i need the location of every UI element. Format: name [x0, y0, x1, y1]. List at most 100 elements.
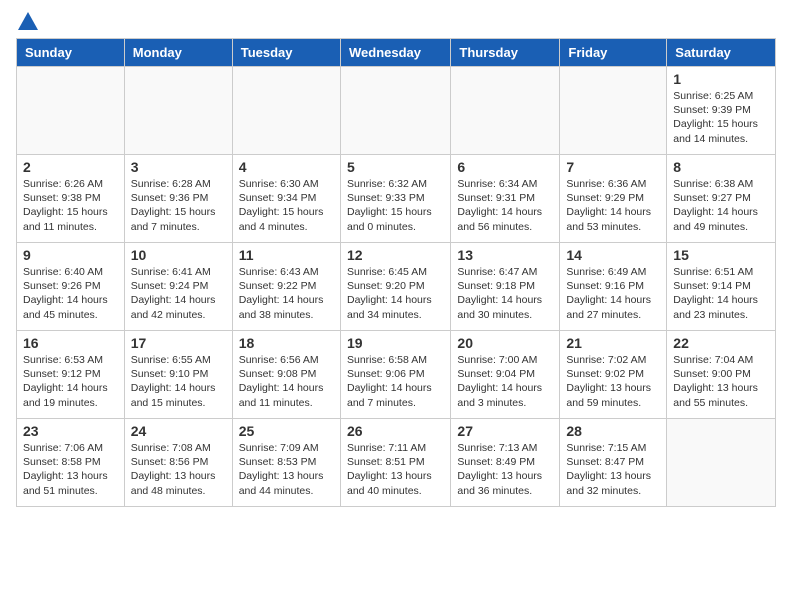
calendar-cell: 10 Sunrise: 6:41 AM Sunset: 9:24 PM Dayli…	[124, 243, 232, 331]
calendar-cell: 25 Sunrise: 7:09 AM Sunset: 8:53 PM Dayli…	[232, 419, 340, 507]
header	[16, 16, 776, 30]
day-number: 2	[23, 159, 118, 175]
weekday-header-sunday: Sunday	[17, 39, 125, 67]
day-number: 11	[239, 247, 334, 263]
day-number: 14	[566, 247, 660, 263]
calendar-week-row: 16Sunrise: 6:53 AM Sunset: 9:12 PM Dayli…	[17, 331, 776, 419]
day-info: Sunrise: 6:43 AM Sunset: 9:22 PM Dayligh…	[239, 265, 334, 322]
day-number: 27	[457, 423, 553, 439]
day-info: Sunrise: 6:53 AM Sunset: 9:12 PM Dayligh…	[23, 353, 118, 410]
calendar-cell: 17 Sunrise: 6:55 AM Sunset: 9:10 PM Dayli…	[124, 331, 232, 419]
day-number: 9	[23, 247, 118, 263]
calendar-cell: 23Sunrise: 7:06 AM Sunset: 8:58 PM Dayli…	[17, 419, 125, 507]
day-info: Sunrise: 6:56 AM Sunset: 9:08 PM Dayligh…	[239, 353, 334, 410]
day-info: Sunrise: 7:00 AM Sunset: 9:04 PM Dayligh…	[457, 353, 553, 410]
day-number: 4	[239, 159, 334, 175]
weekday-header-row: SundayMondayTuesdayWednesdayThursdayFrid…	[17, 39, 776, 67]
day-number: 6	[457, 159, 553, 175]
day-info: Sunrise: 6:47 AM Sunset: 9:18 PM Dayligh…	[457, 265, 553, 322]
day-number: 28	[566, 423, 660, 439]
day-number: 13	[457, 247, 553, 263]
calendar-cell: 12 Sunrise: 6:45 AM Sunset: 9:20 PM Dayli…	[340, 243, 450, 331]
calendar-cell: 20 Sunrise: 7:00 AM Sunset: 9:04 PM Dayli…	[451, 331, 560, 419]
day-info: Sunrise: 6:58 AM Sunset: 9:06 PM Dayligh…	[347, 353, 444, 410]
day-number: 8	[673, 159, 769, 175]
day-info: Sunrise: 7:04 AM Sunset: 9:00 PM Dayligh…	[673, 353, 769, 410]
calendar-table: SundayMondayTuesdayWednesdayThursdayFrid…	[16, 38, 776, 507]
day-number: 17	[131, 335, 226, 351]
calendar-cell	[340, 67, 450, 155]
calendar-cell: 3Sunrise: 6:28 AM Sunset: 9:36 PM Daylig…	[124, 155, 232, 243]
day-info: Sunrise: 6:41 AM Sunset: 9:24 PM Dayligh…	[131, 265, 226, 322]
day-number: 19	[347, 335, 444, 351]
calendar-cell: 16Sunrise: 6:53 AM Sunset: 9:12 PM Dayli…	[17, 331, 125, 419]
calendar-cell: 21 Sunrise: 7:02 AM Sunset: 9:02 PM Dayli…	[560, 331, 667, 419]
day-info: Sunrise: 6:55 AM Sunset: 9:10 PM Dayligh…	[131, 353, 226, 410]
calendar-cell: 9 Sunrise: 6:40 AM Sunset: 9:26 PM Daylig…	[17, 243, 125, 331]
day-info: Sunrise: 6:32 AM Sunset: 9:33 PM Dayligh…	[347, 177, 444, 234]
day-info: Sunrise: 6:38 AM Sunset: 9:27 PM Dayligh…	[673, 177, 769, 234]
calendar-cell: 13 Sunrise: 6:47 AM Sunset: 9:18 PM Dayli…	[451, 243, 560, 331]
calendar-week-row: 2 Sunrise: 6:26 AM Sunset: 9:38 PM Daylig…	[17, 155, 776, 243]
day-number: 15	[673, 247, 769, 263]
weekday-header-saturday: Saturday	[667, 39, 776, 67]
day-number: 18	[239, 335, 334, 351]
day-info: Sunrise: 7:13 AM Sunset: 8:49 PM Dayligh…	[457, 441, 553, 498]
calendar-cell: 28Sunrise: 7:15 AM Sunset: 8:47 PM Dayli…	[560, 419, 667, 507]
calendar-cell: 26 Sunrise: 7:11 AM Sunset: 8:51 PM Dayli…	[340, 419, 450, 507]
calendar-cell	[667, 419, 776, 507]
logo	[16, 16, 38, 30]
calendar-cell	[124, 67, 232, 155]
calendar-cell: 14 Sunrise: 6:49 AM Sunset: 9:16 PM Dayli…	[560, 243, 667, 331]
calendar-cell	[560, 67, 667, 155]
weekday-header-monday: Monday	[124, 39, 232, 67]
calendar-cell: 18 Sunrise: 6:56 AM Sunset: 9:08 PM Dayli…	[232, 331, 340, 419]
calendar-cell: 8 Sunrise: 6:38 AM Sunset: 9:27 PM Daylig…	[667, 155, 776, 243]
day-number: 24	[131, 423, 226, 439]
calendar-cell	[451, 67, 560, 155]
day-number: 20	[457, 335, 553, 351]
day-info: Sunrise: 6:26 AM Sunset: 9:38 PM Dayligh…	[23, 177, 118, 234]
weekday-header-tuesday: Tuesday	[232, 39, 340, 67]
weekday-header-friday: Friday	[560, 39, 667, 67]
logo-triangle-icon	[18, 12, 38, 30]
calendar-cell: 7 Sunrise: 6:36 AM Sunset: 9:29 PM Daylig…	[560, 155, 667, 243]
day-info: Sunrise: 6:40 AM Sunset: 9:26 PM Dayligh…	[23, 265, 118, 322]
day-number: 25	[239, 423, 334, 439]
day-number: 5	[347, 159, 444, 175]
day-info: Sunrise: 7:08 AM Sunset: 8:56 PM Dayligh…	[131, 441, 226, 498]
calendar-cell: 15 Sunrise: 6:51 AM Sunset: 9:14 PM Dayli…	[667, 243, 776, 331]
calendar-cell: 2 Sunrise: 6:26 AM Sunset: 9:38 PM Daylig…	[17, 155, 125, 243]
calendar-cell: 4 Sunrise: 6:30 AM Sunset: 9:34 PM Daylig…	[232, 155, 340, 243]
day-info: Sunrise: 6:49 AM Sunset: 9:16 PM Dayligh…	[566, 265, 660, 322]
day-number: 7	[566, 159, 660, 175]
day-number: 22	[673, 335, 769, 351]
calendar-cell: 24 Sunrise: 7:08 AM Sunset: 8:56 PM Dayli…	[124, 419, 232, 507]
day-number: 23	[23, 423, 118, 439]
day-info: Sunrise: 6:45 AM Sunset: 9:20 PM Dayligh…	[347, 265, 444, 322]
calendar-cell	[17, 67, 125, 155]
day-info: Sunrise: 6:36 AM Sunset: 9:29 PM Dayligh…	[566, 177, 660, 234]
day-info: Sunrise: 6:25 AM Sunset: 9:39 PM Dayligh…	[673, 89, 769, 146]
weekday-header-thursday: Thursday	[451, 39, 560, 67]
day-number: 10	[131, 247, 226, 263]
day-number: 26	[347, 423, 444, 439]
day-info: Sunrise: 6:30 AM Sunset: 9:34 PM Dayligh…	[239, 177, 334, 234]
day-number: 12	[347, 247, 444, 263]
calendar-week-row: 1Sunrise: 6:25 AM Sunset: 9:39 PM Daylig…	[17, 67, 776, 155]
day-info: Sunrise: 6:51 AM Sunset: 9:14 PM Dayligh…	[673, 265, 769, 322]
day-info: Sunrise: 7:11 AM Sunset: 8:51 PM Dayligh…	[347, 441, 444, 498]
calendar-cell: 1Sunrise: 6:25 AM Sunset: 9:39 PM Daylig…	[667, 67, 776, 155]
day-info: Sunrise: 7:09 AM Sunset: 8:53 PM Dayligh…	[239, 441, 334, 498]
calendar-cell: 19 Sunrise: 6:58 AM Sunset: 9:06 PM Dayli…	[340, 331, 450, 419]
weekday-header-wednesday: Wednesday	[340, 39, 450, 67]
calendar-cell: 27 Sunrise: 7:13 AM Sunset: 8:49 PM Dayli…	[451, 419, 560, 507]
day-number: 21	[566, 335, 660, 351]
day-number: 3	[131, 159, 226, 175]
calendar-cell: 11 Sunrise: 6:43 AM Sunset: 9:22 PM Dayli…	[232, 243, 340, 331]
day-info: Sunrise: 6:34 AM Sunset: 9:31 PM Dayligh…	[457, 177, 553, 234]
day-info: Sunrise: 7:02 AM Sunset: 9:02 PM Dayligh…	[566, 353, 660, 410]
calendar-cell	[232, 67, 340, 155]
page-container: SundayMondayTuesdayWednesdayThursdayFrid…	[0, 0, 792, 523]
calendar-cell: 6 Sunrise: 6:34 AM Sunset: 9:31 PM Daylig…	[451, 155, 560, 243]
